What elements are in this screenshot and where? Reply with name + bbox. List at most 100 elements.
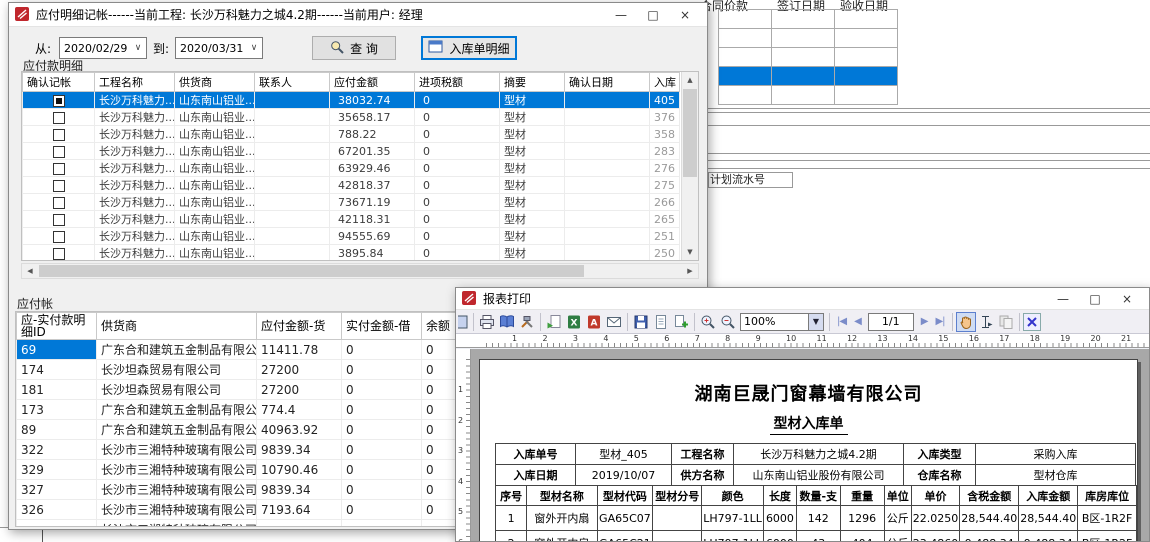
cell[interactable]: 长沙市三湘特种玻璃有限公司: [97, 500, 257, 520]
cell[interactable]: 型材: [500, 92, 565, 109]
cell[interactable]: 山东南山铝业...: [175, 109, 255, 126]
book-icon[interactable]: [497, 312, 517, 332]
column-header[interactable]: 入库: [650, 73, 680, 92]
zoom-out-icon[interactable]: [718, 312, 738, 332]
cell[interactable]: 0: [342, 340, 422, 360]
cell[interactable]: 长沙万科魅力...: [95, 160, 175, 177]
next-page-button[interactable]: ▶: [917, 316, 932, 327]
cell[interactable]: [565, 143, 650, 160]
pdf-export-icon[interactable]: A: [584, 312, 604, 332]
cell[interactable]: 山东南山铝业...: [175, 126, 255, 143]
cell[interactable]: 0: [342, 480, 422, 500]
titlebar[interactable]: 应付明细记帐------当前工程: 长沙万科魅力之城4.2期------当前用户…: [9, 3, 707, 27]
cell[interactable]: 275: [650, 177, 680, 194]
cell[interactable]: 181: [17, 380, 97, 400]
table-row[interactable]: [718, 86, 898, 105]
cell[interactable]: 89: [17, 420, 97, 440]
confirm-checkbox[interactable]: [53, 146, 65, 158]
table-row[interactable]: 长沙万科魅力...山东南山铝业...42118.310型材265: [23, 211, 680, 228]
cell[interactable]: 广东合和建筑五金制品有限公司: [97, 340, 257, 360]
cell[interactable]: 型材: [500, 109, 565, 126]
cell[interactable]: 67201.35: [330, 143, 415, 160]
cell[interactable]: 0: [342, 440, 422, 460]
to-date-combo[interactable]: 2020/03/31 ∨: [175, 37, 263, 59]
table-row[interactable]: 长沙万科魅力...山东南山铝业...788.220型材358: [23, 126, 680, 143]
table-row[interactable]: 173广东合和建筑五金制品有限公司774.400: [17, 400, 465, 420]
column-header[interactable]: 工程名称: [95, 73, 175, 92]
cell[interactable]: 329: [17, 460, 97, 480]
cell[interactable]: [565, 211, 650, 228]
cell[interactable]: 326: [17, 500, 97, 520]
cell[interactable]: 251: [650, 228, 680, 245]
column-header[interactable]: 供货商: [175, 73, 255, 92]
scrollbar-thumb[interactable]: [683, 89, 697, 177]
cell[interactable]: 长沙市三湘特种玻璃有限公司: [97, 460, 257, 480]
table-row[interactable]: 长沙万科魅力...山东南山铝业...3895.840型材250: [23, 245, 680, 262]
cell[interactable]: 774.4: [257, 400, 342, 420]
cell[interactable]: [255, 245, 330, 262]
cell[interactable]: 0: [415, 92, 500, 109]
table-row[interactable]: [718, 29, 898, 48]
minimize-button[interactable]: —: [605, 4, 637, 26]
vertical-scrollbar[interactable]: ▲ ▼: [681, 72, 698, 260]
cell[interactable]: [23, 228, 95, 245]
receipt-detail-button[interactable]: 入库单明细: [421, 36, 517, 60]
cell[interactable]: 276: [650, 160, 680, 177]
cell[interactable]: [23, 126, 95, 143]
cell[interactable]: 173: [17, 400, 97, 420]
cell[interactable]: [565, 92, 650, 109]
cell[interactable]: 型材: [500, 126, 565, 143]
cell[interactable]: 42818.37: [330, 177, 415, 194]
table-row[interactable]: 长沙万科魅力...山东南山铝业...63929.460型材276: [23, 160, 680, 177]
table-row[interactable]: 长沙市三湘特种玻璃有限公司: [17, 520, 465, 528]
confirm-checkbox[interactable]: [53, 129, 65, 141]
cell[interactable]: 长沙万科魅力...: [95, 177, 175, 194]
cell[interactable]: 山东南山铝业...: [175, 245, 255, 262]
column-header[interactable]: 供货商: [97, 313, 257, 340]
report-preview-area[interactable]: 123456 湖南巨晟门窗幕墙有限公司 型材入库单 入库单号型材_405工程名称…: [456, 349, 1149, 541]
scroll-left-arrow[interactable]: ◀: [22, 264, 38, 279]
cell[interactable]: 250: [650, 245, 680, 262]
grid-partial-icon[interactable]: [458, 312, 470, 332]
table-row[interactable]: 69广东合和建筑五金制品有限公司11411.7800: [17, 340, 465, 360]
column-header[interactable]: 应付金额: [330, 73, 415, 92]
cell[interactable]: 山东南山铝业...: [175, 228, 255, 245]
page-number-field[interactable]: 1/1: [868, 313, 914, 331]
close-button[interactable]: ×: [669, 4, 701, 26]
chevron-down-icon[interactable]: ∨: [246, 43, 262, 53]
cell[interactable]: 型材: [500, 160, 565, 177]
confirm-checkbox[interactable]: [53, 197, 65, 209]
cell[interactable]: [255, 177, 330, 194]
cell[interactable]: 73671.19: [330, 194, 415, 211]
confirm-checkbox[interactable]: [53, 214, 65, 226]
cell[interactable]: 0: [415, 126, 500, 143]
confirm-checkbox[interactable]: [53, 95, 65, 107]
table-row[interactable]: 326长沙市三湘特种玻璃有限公司7193.6400: [17, 500, 465, 520]
cell[interactable]: 长沙万科魅力...: [95, 228, 175, 245]
cell[interactable]: 3895.84: [330, 245, 415, 262]
cell[interactable]: 0: [415, 160, 500, 177]
scrollbar-thumb[interactable]: [39, 265, 584, 277]
copy-icon[interactable]: [996, 312, 1016, 332]
cell[interactable]: 7193.64: [257, 500, 342, 520]
cell[interactable]: 11411.78: [257, 340, 342, 360]
first-page-button[interactable]: |◀: [833, 316, 850, 327]
cell[interactable]: 山东南山铝业...: [175, 92, 255, 109]
confirm-checkbox[interactable]: [53, 248, 65, 260]
cell[interactable]: 35658.17: [330, 109, 415, 126]
cell[interactable]: 27200: [257, 360, 342, 380]
table-row[interactable]: [718, 48, 898, 67]
cell[interactable]: 265: [650, 211, 680, 228]
cell[interactable]: 长沙万科魅力...: [95, 126, 175, 143]
cell[interactable]: [255, 126, 330, 143]
query-button[interactable]: 查 询: [312, 36, 396, 60]
chevron-down-icon[interactable]: ∨: [130, 43, 146, 53]
column-header[interactable]: 应付金额-货: [257, 313, 342, 340]
table-row[interactable]: 长沙万科魅力...山东南山铝业...42818.370型材275: [23, 177, 680, 194]
cell[interactable]: 40963.92: [257, 420, 342, 440]
cell[interactable]: 长沙万科魅力...: [95, 211, 175, 228]
print-icon[interactable]: [477, 312, 497, 332]
column-header[interactable]: 进项税额: [415, 73, 500, 92]
cell[interactable]: 266: [650, 194, 680, 211]
cell[interactable]: [255, 211, 330, 228]
